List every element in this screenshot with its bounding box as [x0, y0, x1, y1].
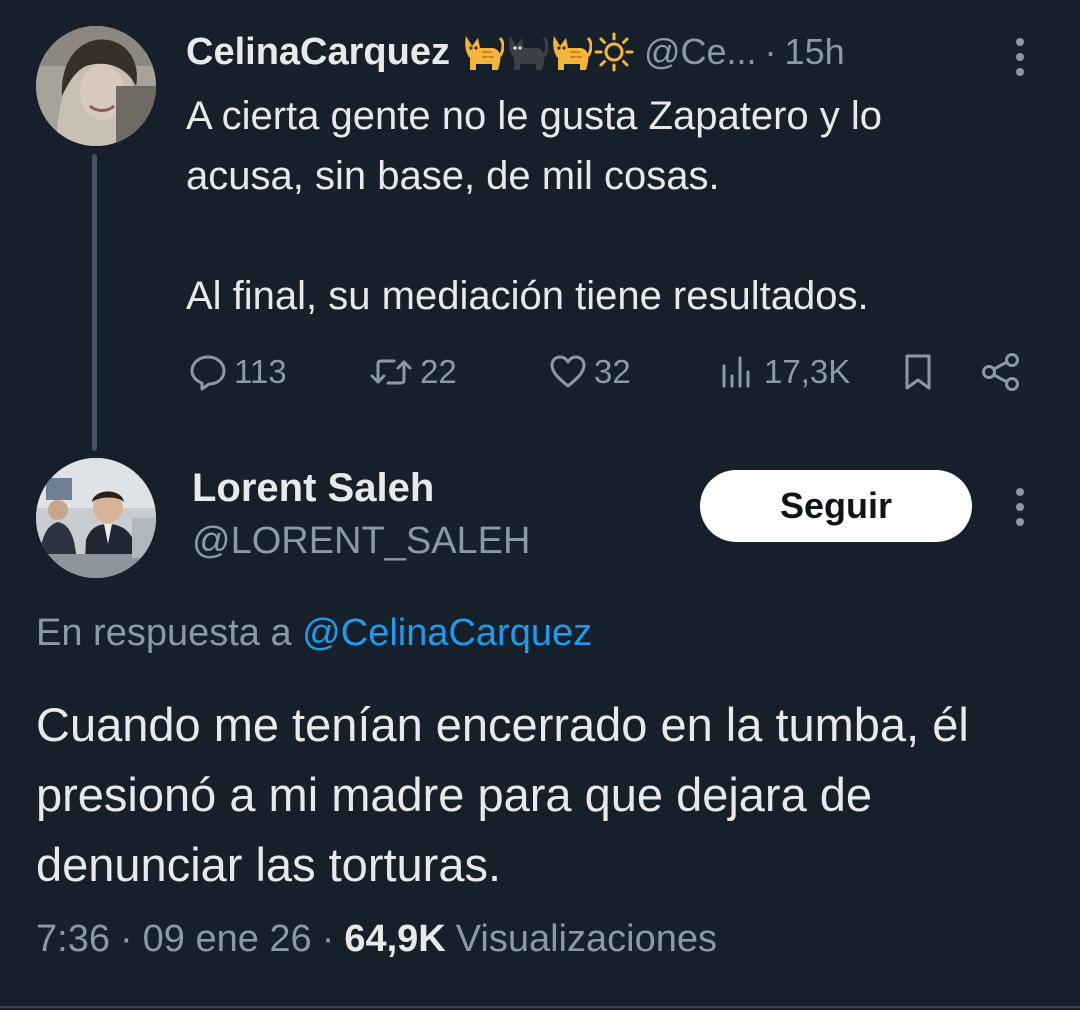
views-count[interactable]: 64,9K — [344, 918, 445, 961]
retweet-button[interactable]: 22 — [368, 342, 457, 402]
reply-prefix: En respuesta a — [36, 612, 292, 654]
separator-dot: · — [321, 918, 335, 960]
bookmark-button[interactable] — [898, 342, 938, 402]
views-label: Visualizaciones — [455, 918, 717, 960]
reply-to-link[interactable]: @CelinaCarquez — [302, 612, 592, 654]
parent-header: CelinaCarquez @Ce... · 15h — [186, 28, 986, 76]
main-tweet-text: Cuando me tenían encerrado en la tumba, … — [36, 698, 969, 891]
parent-display-name[interactable]: CelinaCarquez — [186, 31, 450, 74]
main-more-options-icon[interactable] — [1014, 488, 1026, 526]
share-button[interactable] — [980, 342, 1022, 402]
bookmark-icon — [905, 354, 931, 390]
cat-icon — [553, 36, 592, 70]
thread-line — [92, 154, 97, 451]
main-display-name[interactable]: Lorent Saleh — [192, 466, 434, 511]
like-button[interactable]: 32 — [548, 342, 631, 402]
sun-icon — [594, 32, 634, 72]
reply-icon — [190, 355, 226, 391]
separator-dot: · — [119, 918, 133, 960]
cat-icon — [465, 36, 504, 70]
heart-icon — [550, 355, 586, 388]
parent-tweet-text: A cierta gente no le gusta Zapatero y lo… — [186, 94, 882, 318]
black-cat-icon — [509, 36, 548, 70]
analytics-icon — [722, 356, 750, 388]
name-emojis — [462, 32, 634, 72]
retweet-count: 22 — [420, 353, 457, 390]
views-button[interactable]: 17,3K — [718, 342, 850, 402]
view-count: 17,3K — [764, 353, 851, 390]
divider — [0, 1006, 1080, 1008]
tweet-time[interactable]: 7:36 — [36, 918, 110, 961]
parent-timestamp[interactable]: 15h — [785, 31, 845, 73]
reply-context: En respuesta a @CelinaCarquez — [36, 612, 592, 655]
parent-more-options-icon[interactable] — [1014, 38, 1026, 76]
main-handle[interactable]: @LORENT_SALEH — [192, 520, 530, 563]
parent-handle[interactable]: @Ce... — [644, 31, 757, 73]
parent-action-bar: 113 22 32 17,3K — [186, 342, 1046, 402]
tweet-date[interactable]: 09 ene 26 — [143, 918, 312, 961]
retweet-icon — [370, 359, 412, 385]
parent-avatar[interactable] — [36, 26, 156, 146]
follow-button[interactable]: Seguir — [700, 470, 972, 542]
share-icon — [982, 353, 1019, 391]
tweet-meta: 7:36 · 09 ene 26 · 64,9K Visualizaciones — [36, 918, 717, 961]
separator-dot: · — [764, 31, 777, 72]
reply-button[interactable]: 113 — [188, 342, 287, 402]
reply-count: 113 — [234, 353, 287, 390]
parent-tweet[interactable]: CelinaCarquez @Ce... · 15h A cierta gent… — [0, 0, 1080, 460]
main-avatar[interactable] — [36, 458, 156, 578]
like-count: 32 — [594, 353, 631, 390]
